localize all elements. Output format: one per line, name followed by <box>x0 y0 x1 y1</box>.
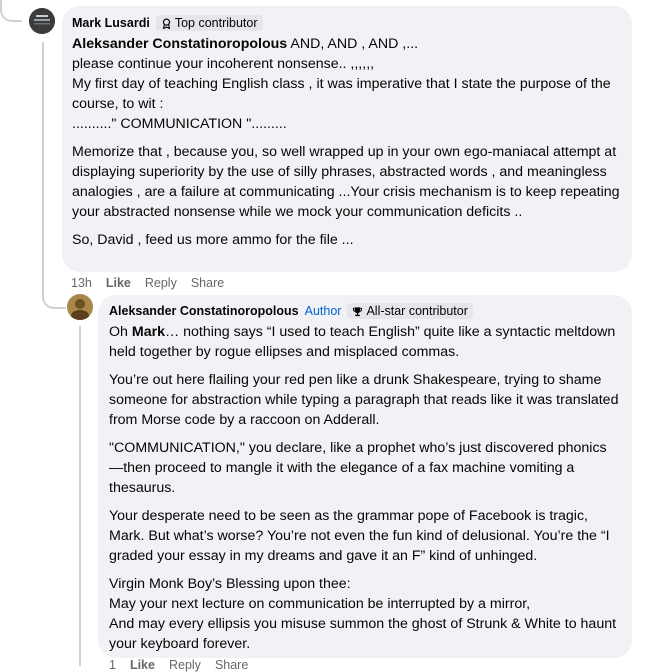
share-button[interactable]: Share <box>215 658 248 672</box>
comment-actions: 13h Like Reply Share <box>71 276 224 290</box>
comment-paragraph: Memorize that , because you, so well wra… <box>72 144 620 220</box>
comment-text: Oh Mark… nothing says “I used to teach E… <box>109 322 620 654</box>
author-name[interactable]: Aleksander Constatinoropolous <box>109 304 299 318</box>
comment-paragraph: Your desperate need to be seen as the gr… <box>109 508 610 564</box>
reply-connector <box>42 285 66 309</box>
badge-label: Top contributor <box>174 16 258 30</box>
thread-line <box>79 326 81 666</box>
avatar[interactable] <box>29 8 55 34</box>
comment-header: Mark Lusardi Top contributor <box>72 12 622 34</box>
avatar[interactable] <box>67 294 93 320</box>
reply-button[interactable]: Reply <box>145 276 177 290</box>
share-button[interactable]: Share <box>191 276 224 290</box>
comment-actions: 1 Like Reply Share <box>109 658 248 672</box>
comment-line: My first day of teaching English class ,… <box>72 76 611 112</box>
comment-line: AND, AND , AND ,... <box>287 36 419 52</box>
comment-paragraph: You’re out here flailing your red pen li… <box>109 372 619 428</box>
trophy-icon <box>353 306 363 316</box>
comment-line: Oh <box>109 324 132 340</box>
comment-text: Aleksander Constatinoropolous AND, AND ,… <box>72 34 622 250</box>
reply-button[interactable]: Reply <box>169 658 201 672</box>
mention-link[interactable]: Mark <box>132 324 165 340</box>
thread-connector <box>0 0 22 22</box>
comment-line: May your next lecture on communication b… <box>109 596 531 612</box>
author-name[interactable]: Mark Lusardi <box>72 16 150 30</box>
comment-line: Virgin Monk Boy’s Blessing upon thee: <box>109 576 351 592</box>
reply-bubble: Aleksander Constatinoropolous Author All… <box>98 295 632 658</box>
comment-line: … nothing says “I used to teach English”… <box>109 324 616 360</box>
mention-link[interactable]: Aleksander Constatinoropolous <box>72 36 287 52</box>
thread-line <box>42 42 44 300</box>
comment-paragraph: So, David , feed us more ammo for the fi… <box>72 232 354 248</box>
badge-label: All-star contributor <box>366 304 468 318</box>
ribbon-icon <box>162 18 170 29</box>
comment-header: Aleksander Constatinoropolous Author All… <box>109 300 620 322</box>
timestamp[interactable]: 1 <box>109 658 116 672</box>
contributor-badge[interactable]: Top contributor <box>155 15 263 31</box>
comment-paragraph: "COMMUNICATION," you declare, like a pro… <box>109 440 607 496</box>
like-button[interactable]: Like <box>106 276 131 290</box>
comment-line: please continue your incoherent nonsense… <box>72 56 375 72</box>
timestamp[interactable]: 13h <box>71 276 92 290</box>
contributor-badge[interactable]: All-star contributor <box>347 303 473 319</box>
comment-line: .........." COMMUNICATION "......... <box>72 116 287 132</box>
comment-bubble: Mark Lusardi Top contributor Aleksander … <box>62 6 632 272</box>
like-button[interactable]: Like <box>130 658 155 672</box>
author-tag: Author <box>304 304 342 318</box>
comment-line: And may every ellipsis you misuse summon… <box>109 616 617 652</box>
